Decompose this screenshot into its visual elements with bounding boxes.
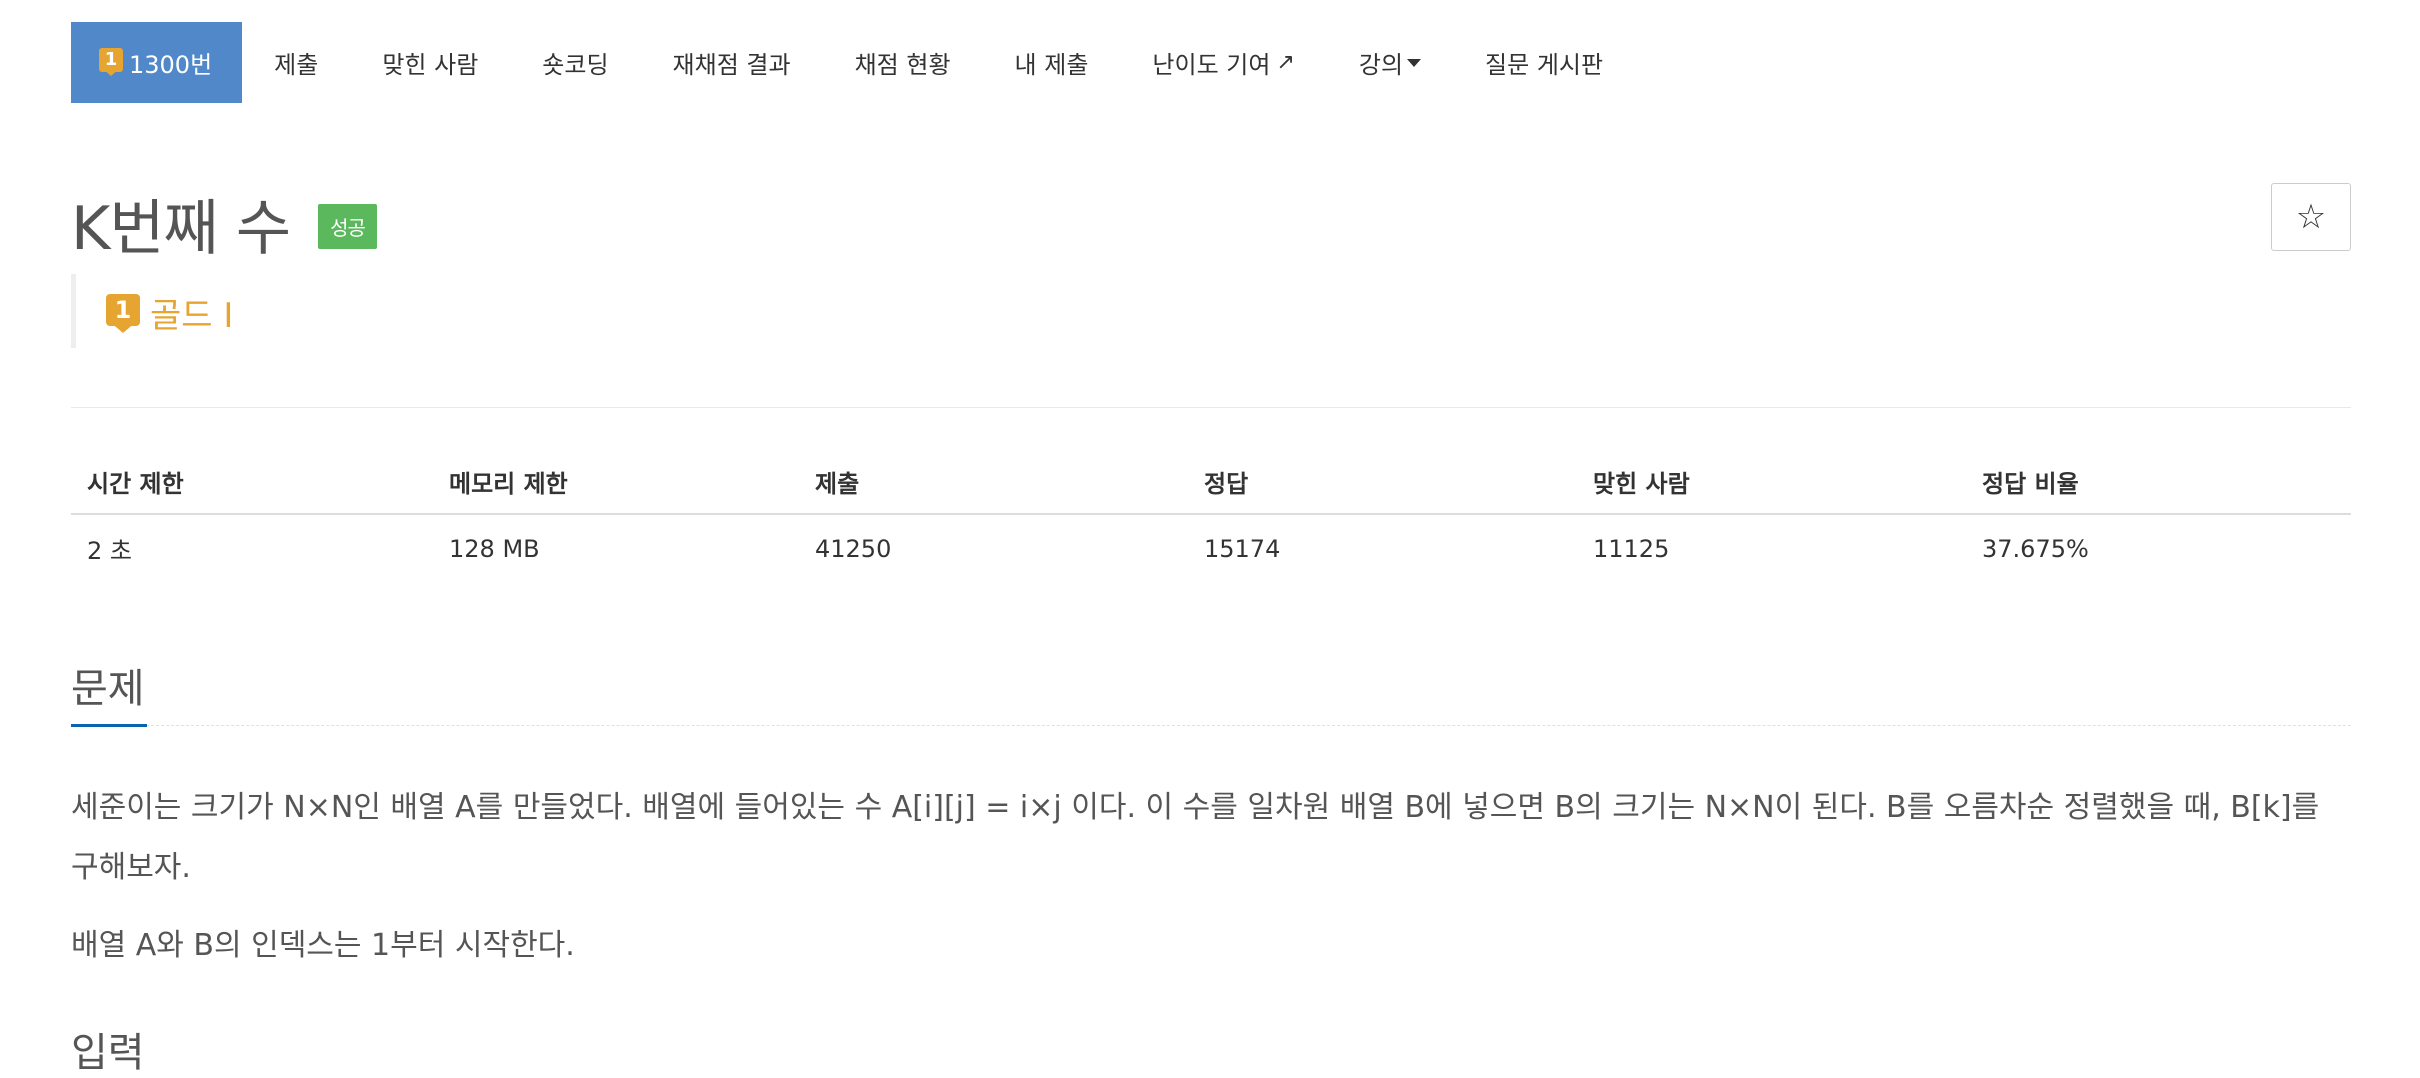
problem-title: K번째 수 성공 (71, 180, 377, 267)
nav-rejudge-results[interactable]: 재채점 결과 (641, 22, 823, 103)
header-time-limit: 시간 제한 (71, 450, 433, 515)
nav-difficulty-contribution[interactable]: 난이도 기여 ↗ (1120, 22, 1326, 103)
section-divider (71, 725, 2351, 726)
divider (71, 407, 2351, 408)
favorite-star-button[interactable]: ☆ (2271, 183, 2351, 251)
nav-judge-status[interactable]: 채점 현황 (823, 22, 983, 103)
table-header-row: 시간 제한 메모리 제한 제출 정답 맞힌 사람 정답 비율 (71, 450, 2351, 515)
problem-description-paragraph: 세준이는 크기가 N×N인 배열 A를 만들었다. 배열에 들어있는 수 A[i… (71, 790, 2320, 885)
header-memory-limit: 메모리 제한 (433, 450, 799, 515)
nav-question-board[interactable]: 질문 게시판 (1453, 22, 1635, 103)
nav-solved-users[interactable]: 맞힌 사람 (350, 22, 510, 103)
status-badge: 성공 (318, 203, 377, 249)
value-accept-ratio: 37.675% (1982, 534, 2089, 563)
nav-problem-number[interactable]: 1 1300번 (71, 22, 243, 103)
problem-title-text: K번째 수 (71, 194, 291, 264)
problem-description-paragraph-2: 배열 A와 B의 인덱스는 1부터 시작한다. (71, 928, 575, 963)
tier-label[interactable]: 골드 I (150, 288, 233, 337)
value-solved-users: 11125 (1593, 534, 1670, 563)
section-accent-bar (71, 724, 147, 727)
nav-lectures-dropdown[interactable]: 강의 (1327, 22, 1453, 103)
header-submissions: 제출 (799, 450, 1188, 515)
tier-gold-icon: 1 (106, 294, 140, 334)
problem-info-table: 시간 제한 메모리 제한 제출 정답 맞힌 사람 정답 비율 2 초 128 M… (71, 450, 2351, 582)
table-row: 2 초 128 MB 41250 15174 11125 37.675% (71, 514, 2351, 582)
problem-nav: 1 1300번 제출 맞힌 사람 숏코딩 재채점 결과 채점 현황 내 제출 난… (71, 22, 1635, 103)
section-heading-input: 입력 (71, 1030, 145, 1076)
nav-short-coding[interactable]: 숏코딩 (510, 22, 640, 103)
nav-submit[interactable]: 제출 (242, 22, 350, 103)
tier-gold-icon: 1 (99, 47, 123, 78)
external-link-icon: ↗ (1276, 50, 1295, 75)
header-accept-ratio: 정답 비율 (1966, 450, 2351, 515)
nav-my-submissions[interactable]: 내 제출 (983, 22, 1121, 103)
nav-problem-number-label: 1300번 (129, 51, 213, 79)
header-solved-users: 맞힌 사람 (1577, 450, 1966, 515)
value-submissions: 41250 (815, 534, 892, 563)
star-icon: ☆ (2295, 197, 2327, 237)
section-heading-problem: 문제 (71, 666, 145, 712)
tier-box: 1 골드 I (71, 274, 376, 348)
value-memory-limit: 128 MB (449, 534, 540, 563)
header-accepted: 정답 (1188, 450, 1577, 515)
value-time-limit: 2 초 (87, 537, 132, 565)
value-accepted: 15174 (1204, 534, 1281, 563)
caret-down-icon (1407, 58, 1422, 67)
